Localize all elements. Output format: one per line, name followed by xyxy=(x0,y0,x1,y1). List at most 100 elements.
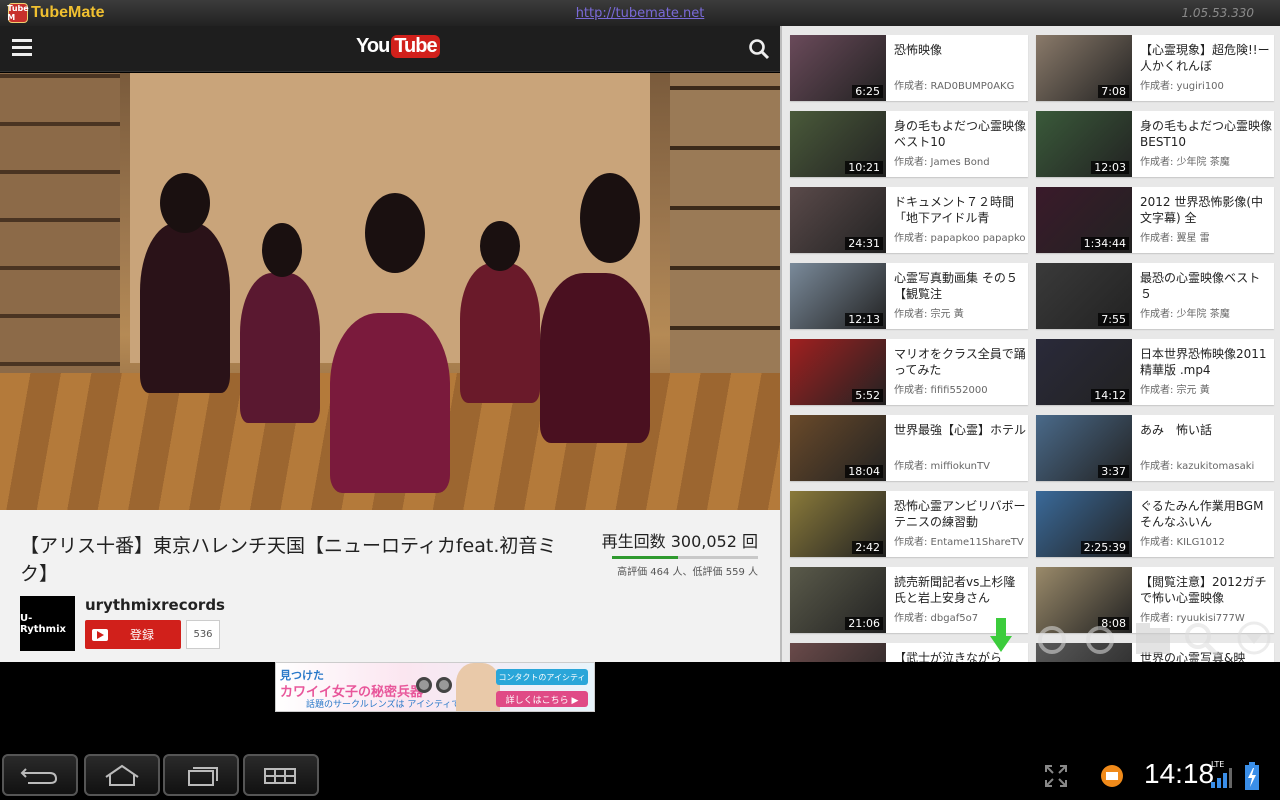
related-video-author: 作成者: 翼星 雷 xyxy=(1140,233,1210,244)
related-video-author: 作成者: RAD0BUMP0AKG xyxy=(894,81,1015,92)
related-video-author: 作成者: papapkoo papapkoo xyxy=(894,233,1026,244)
recent-apps-button[interactable] xyxy=(163,754,239,796)
menu-button[interactable] xyxy=(243,754,319,796)
related-video-author: 作成者: KILG1012 xyxy=(1140,537,1225,548)
folder-icon[interactable] xyxy=(1136,623,1170,654)
fullscreen-icon[interactable] xyxy=(1044,764,1068,788)
related-video-card[interactable]: 12:13 心霊写真動画集 その５【観覧注 作成者: 宗元 黃 xyxy=(790,263,1028,329)
dancer-head xyxy=(262,223,302,277)
search-icon[interactable] xyxy=(748,38,770,60)
lens-graphic xyxy=(436,677,452,693)
video-duration: 21:06 xyxy=(845,617,883,630)
related-video-card[interactable]: 2:25:39 ぐるたみん作業用BGM そんなふいん 作成者: KILG1012 xyxy=(1036,491,1274,557)
channel-name[interactable]: urythmixrecords xyxy=(85,596,225,614)
video-thumbnail[interactable]: 7:08 xyxy=(1036,35,1132,101)
recent-apps-icon xyxy=(188,767,218,786)
video-thumbnail[interactable]: 7:55 xyxy=(1036,263,1132,329)
app-title-bar: Tube M TubeMate http://tubemate.net 1.05… xyxy=(0,0,1280,26)
video-thumbnail[interactable]: 10:21 xyxy=(790,111,886,177)
download-icon[interactable] xyxy=(990,618,1012,652)
ad-line-3: 話題のサークルレンズは アイシティで xyxy=(306,700,461,710)
tubemate-link[interactable]: http://tubemate.net xyxy=(0,6,1280,21)
grid-icon xyxy=(264,768,296,784)
dancer-figure xyxy=(540,273,650,443)
related-video-title: 読売新聞記者vs上杉隆氏と岩上安身さん xyxy=(894,575,1016,605)
related-video-card[interactable]: 1:34:44 2012 世界恐怖影像(中文字幕) 全作成者: 翼星 雷 xyxy=(1036,187,1274,253)
related-video-author: 作成者: James Bond xyxy=(894,157,990,168)
clock[interactable]: 14:18 xyxy=(1144,758,1214,790)
video-thumbnail[interactable]: 2:42 xyxy=(790,491,886,557)
related-video-title: 恐怖映像 xyxy=(894,43,943,57)
dancer-figure xyxy=(460,263,540,403)
related-video-author: 作成者: yugiri100 xyxy=(1140,81,1224,92)
related-video-card[interactable]: 3:37 あみ 怖い話 作成者: kazukitomasaki xyxy=(1036,415,1274,481)
related-video-title: 身の毛もよだつ心霊映像ベスト10 xyxy=(894,119,1026,149)
dancer-figure xyxy=(240,273,320,423)
home-button[interactable] xyxy=(84,754,160,796)
dancer-head xyxy=(160,173,210,233)
related-video-card[interactable]: 14:12 日本世界恐怖映像2011 精華版 .mp4 作成者: 宗元 黃 xyxy=(1036,339,1274,405)
related-video-card[interactable]: 18:04 世界最強【心霊】ホテル 作成者: miffiokunTV xyxy=(790,415,1028,481)
search-overlay-icon[interactable] xyxy=(1185,623,1220,658)
related-video-card[interactable]: 24:31 ドキュメント７２時間「地下アイドル青 作成者: papapkoo pap… xyxy=(790,187,1028,253)
related-video-card[interactable]: 10:21 身の毛もよだつ心霊映像ベスト10 作成者: James Bond xyxy=(790,111,1028,177)
notification-app-icon[interactable] xyxy=(1100,764,1124,788)
subscribe-button[interactable]: 登録 xyxy=(85,620,181,649)
related-video-card[interactable]: 12:03 身の毛もよだつ心霊映像BEST10 作成者: 少年院 茶魔 xyxy=(1036,111,1274,177)
video-thumbnail[interactable]: 12:13 xyxy=(790,263,886,329)
channel-avatar[interactable]: U-Rythmix xyxy=(20,596,75,651)
video-thumbnail[interactable]: 14:12 xyxy=(1036,339,1132,405)
related-video-title: 【心霊現象】超危険!!ー人かくれんぼ xyxy=(1140,43,1270,73)
dancer-head xyxy=(580,173,640,263)
related-video-card[interactable]: 7:55 最恐の心霊映像ベスト５ 作成者: 少年院 茶魔 xyxy=(1036,263,1274,329)
related-video-title: 日本世界恐怖映像2011 精華版 .mp4 xyxy=(1140,347,1267,377)
dancer-figure xyxy=(140,223,230,393)
video-player[interactable] xyxy=(0,73,780,510)
dancer-figure xyxy=(330,313,450,493)
related-video-card[interactable]: 2:42 恐怖心霊アンビリバボーテニスの練習動 作成者: Entame11Share… xyxy=(790,491,1028,557)
chevron-down-icon[interactable] xyxy=(1237,621,1271,655)
dancer-head xyxy=(480,221,520,271)
video-duration: 3:37 xyxy=(1098,465,1129,478)
back-button[interactable] xyxy=(2,754,78,796)
video-thumbnail[interactable]: 24:31 xyxy=(790,187,886,253)
related-video-author: 作成者: fififi552000 xyxy=(894,385,988,396)
youtube-logo[interactable]: You Tube xyxy=(356,35,440,58)
video-thumbnail[interactable]: 2:25:39 xyxy=(1036,491,1132,557)
video-duration: 1:34:44 xyxy=(1080,237,1129,250)
related-video-card[interactable]: 5:52 マリオをクラス全員で踊ってみた作成者: fififi552000 xyxy=(790,339,1028,405)
video-duration: 7:55 xyxy=(1098,313,1129,326)
video-thumbnail[interactable]: 18:04 xyxy=(790,415,886,481)
video-thumbnail[interactable]: 5:52 xyxy=(790,339,886,405)
related-video-author: 作成者: miffiokunTV xyxy=(894,461,990,472)
video-duration: 7:08 xyxy=(1098,85,1129,98)
video-thumbnail[interactable]: 1:34:44 xyxy=(1036,187,1132,253)
ad-cta-button[interactable]: 詳しくはこちら ▶ xyxy=(496,691,588,707)
video-thumbnail[interactable]: 6:25 xyxy=(790,35,886,101)
video-thumbnail[interactable]: 12:03 xyxy=(1036,111,1132,177)
related-video-author: 作成者: 宗元 黃 xyxy=(1140,385,1210,396)
ad-banner[interactable]: 見つけた カワイイ女子の秘密兵器 話題のサークルレンズは アイシティで コンタク… xyxy=(275,662,595,712)
signal-icon xyxy=(1211,768,1232,788)
video-duration: 5:52 xyxy=(852,389,883,402)
system-navigation-bar: 14:18 LTE xyxy=(0,748,1280,800)
related-video-author: 作成者: Entame11ShareTV xyxy=(894,537,1024,548)
related-video-title: 心霊写真動画集 その５【観覧注 xyxy=(894,271,1018,301)
video-thumbnail[interactable] xyxy=(790,643,886,662)
back-icon xyxy=(20,768,58,784)
video-thumbnail[interactable]: 21:06 xyxy=(790,567,886,633)
link-icon[interactable] xyxy=(1038,626,1114,654)
view-count: 再生回数 300,052 回 xyxy=(601,532,758,551)
youtube-play-icon xyxy=(92,628,108,641)
related-video-card[interactable]: 7:08 【心霊現象】超危険!!ー人かくれんぼ作成者: yugiri100 xyxy=(1036,35,1274,101)
subscriber-count: 536 xyxy=(186,620,220,649)
related-video-title: マリオをクラス全員で踊ってみた xyxy=(894,347,1026,377)
menu-icon[interactable] xyxy=(12,39,32,57)
related-video-card[interactable]: 6:25 恐怖映像作成者: RAD0BUMP0AKG xyxy=(790,35,1028,101)
video-thumbnail[interactable]: 3:37 xyxy=(1036,415,1132,481)
youtube-header: You Tube xyxy=(0,26,780,72)
video-duration: 12:03 xyxy=(1091,161,1129,174)
related-videos-list[interactable]: 6:25 恐怖映像作成者: RAD0BUMP0AKG 7:08 【心霊現象】超危険!!… xyxy=(780,26,1280,662)
video-duration: 24:31 xyxy=(845,237,883,250)
like-ratio-fill xyxy=(612,556,678,559)
